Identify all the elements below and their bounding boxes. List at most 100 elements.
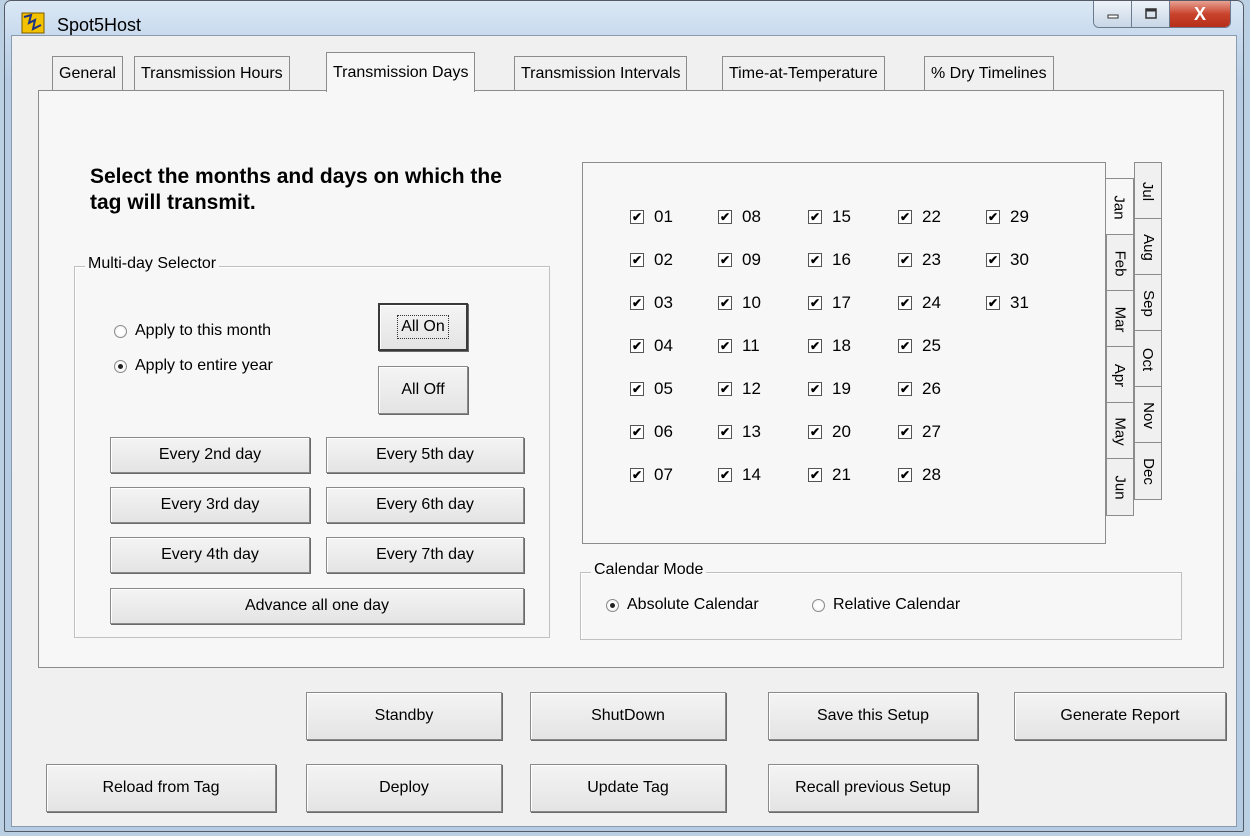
button-label: Every 6th day <box>376 496 474 513</box>
tab-dry-timelines[interactable]: % Dry Timelines <box>924 56 1054 90</box>
day-checkbox[interactable]: ✔ 23 <box>898 250 941 270</box>
every-6th-day-button[interactable]: Every 6th day <box>326 487 524 523</box>
day-checkbox[interactable]: ✔ 30 <box>986 250 1029 270</box>
month-tab-feb[interactable]: Feb <box>1106 234 1134 292</box>
apply-year-label: Apply to entire year <box>135 357 273 374</box>
standby-button[interactable]: Standby <box>306 692 502 740</box>
day-checkbox[interactable]: ✔ 05 <box>630 379 673 399</box>
check-icon: ✔ <box>898 382 912 396</box>
day-checkbox[interactable]: ✔ 08 <box>718 207 761 227</box>
check-icon: ✔ <box>808 339 822 353</box>
day-checkbox[interactable]: ✔ 21 <box>808 465 851 485</box>
update-tag-button[interactable]: Update Tag <box>530 764 726 812</box>
day-checkbox[interactable]: ✔ 14 <box>718 465 761 485</box>
apply-month-label: Apply to this month <box>135 322 272 339</box>
month-tab-nov[interactable]: Nov <box>1134 386 1162 444</box>
day-checkbox[interactable]: ✔ 26 <box>898 379 941 399</box>
month-tab-mar[interactable]: Mar <box>1106 290 1134 348</box>
month-tab-apr[interactable]: Apr <box>1106 346 1134 404</box>
check-icon: ✔ <box>630 253 644 267</box>
button-label: Deploy <box>379 779 429 796</box>
all-off-button[interactable]: All Off <box>378 366 468 414</box>
month-tab-oct[interactable]: Oct <box>1134 330 1162 388</box>
deploy-button[interactable]: Deploy <box>306 764 502 812</box>
day-checkbox[interactable]: ✔ 12 <box>718 379 761 399</box>
day-checkbox[interactable]: ✔ 22 <box>898 207 941 227</box>
day-checkbox[interactable]: ✔ 06 <box>630 422 673 442</box>
month-tab-jun[interactable]: Jun <box>1106 458 1134 516</box>
month-tab-jul[interactable]: Jul <box>1134 162 1162 220</box>
button-label: Every 5th day <box>376 446 474 463</box>
check-icon: ✔ <box>808 210 822 224</box>
day-label: 06 <box>654 422 673 441</box>
day-label: 11 <box>742 336 760 355</box>
all-on-button[interactable]: All On <box>378 303 468 351</box>
close-button[interactable]: X <box>1170 1 1230 27</box>
relative-calendar-radio[interactable]: Relative Calendar <box>812 596 960 614</box>
day-checkbox[interactable]: ✔ 24 <box>898 293 941 313</box>
tab-label: Transmission Days <box>333 63 469 81</box>
reload-from-tag-button[interactable]: Reload from Tag <box>46 764 276 812</box>
every-5th-day-button[interactable]: Every 5th day <box>326 437 524 473</box>
day-checkbox[interactable]: ✔ 29 <box>986 207 1029 227</box>
apply-year-radio[interactable]: Apply to entire year <box>114 357 273 375</box>
check-icon: ✔ <box>808 253 822 267</box>
month-tab-may[interactable]: May <box>1106 402 1134 460</box>
day-checkbox[interactable]: ✔ 16 <box>808 250 851 270</box>
day-label: 29 <box>1010 207 1029 226</box>
shutdown-button[interactable]: ShutDown <box>530 692 726 740</box>
every-2nd-day-button[interactable]: Every 2nd day <box>110 437 310 473</box>
day-checkbox[interactable]: ✔ 02 <box>630 250 673 270</box>
day-checkbox[interactable]: ✔ 18 <box>808 336 851 356</box>
tab-general[interactable]: General <box>52 56 123 90</box>
day-checkbox[interactable]: ✔ 31 <box>986 293 1029 313</box>
minimize-button[interactable] <box>1094 1 1132 27</box>
day-checkbox[interactable]: ✔ 01 <box>630 207 673 227</box>
month-tab-aug[interactable]: Aug <box>1134 218 1162 276</box>
check-icon: ✔ <box>630 339 644 353</box>
day-checkbox[interactable]: ✔ 04 <box>630 336 673 356</box>
day-label: 26 <box>922 379 941 398</box>
day-checkbox[interactable]: ✔ 15 <box>808 207 851 227</box>
day-checkbox[interactable]: ✔ 28 <box>898 465 941 485</box>
absolute-calendar-radio[interactable]: Absolute Calendar <box>606 596 759 614</box>
day-checkbox[interactable]: ✔ 07 <box>630 465 673 485</box>
button-label: Update Tag <box>587 779 669 796</box>
app-icon <box>21 12 45 34</box>
day-checkbox[interactable]: ✔ 27 <box>898 422 941 442</box>
day-label: 28 <box>922 465 941 484</box>
save-setup-button[interactable]: Save this Setup <box>768 692 978 740</box>
day-checkbox[interactable]: ✔ 17 <box>808 293 851 313</box>
generate-report-button[interactable]: Generate Report <box>1014 692 1226 740</box>
check-icon: ✔ <box>630 382 644 396</box>
day-checkbox[interactable]: ✔ 13 <box>718 422 761 442</box>
day-checkbox[interactable]: ✔ 03 <box>630 293 673 313</box>
day-checkbox[interactable]: ✔ 11 <box>718 336 760 356</box>
tab-transmission-hours[interactable]: Transmission Hours <box>134 56 290 90</box>
tab-transmission-intervals[interactable]: Transmission Intervals <box>514 56 688 90</box>
day-checkbox[interactable]: ✔ 20 <box>808 422 851 442</box>
maximize-button[interactable] <box>1132 1 1170 27</box>
month-tab-sep[interactable]: Sep <box>1134 274 1162 332</box>
day-checkbox[interactable]: ✔ 19 <box>808 379 851 399</box>
day-checkbox[interactable]: ✔ 10 <box>718 293 761 313</box>
check-icon: ✔ <box>630 210 644 224</box>
check-icon: ✔ <box>808 382 822 396</box>
tab-transmission-days[interactable]: Transmission Days <box>326 52 476 92</box>
advance-all-one-day-button[interactable]: Advance all one day <box>110 588 524 624</box>
tab-time-at-temperature[interactable]: Time-at-Temperature <box>722 56 885 90</box>
all-on-label: All On <box>397 315 449 339</box>
month-tab-jan[interactable]: Jan <box>1106 178 1134 236</box>
every-3rd-day-button[interactable]: Every 3rd day <box>110 487 310 523</box>
button-label: Recall previous Setup <box>795 779 951 796</box>
apply-month-radio[interactable]: Apply to this month <box>114 322 271 340</box>
recall-previous-setup-button[interactable]: Recall previous Setup <box>768 764 978 812</box>
day-checkbox[interactable]: ✔ 09 <box>718 250 761 270</box>
check-icon: ✔ <box>718 210 732 224</box>
day-checkbox[interactable]: ✔ 25 <box>898 336 941 356</box>
check-icon: ✔ <box>986 210 1000 224</box>
every-7th-day-button[interactable]: Every 7th day <box>326 537 524 573</box>
check-icon: ✔ <box>630 425 644 439</box>
month-tab-dec[interactable]: Dec <box>1134 442 1162 500</box>
every-4th-day-button[interactable]: Every 4th day <box>110 537 310 573</box>
